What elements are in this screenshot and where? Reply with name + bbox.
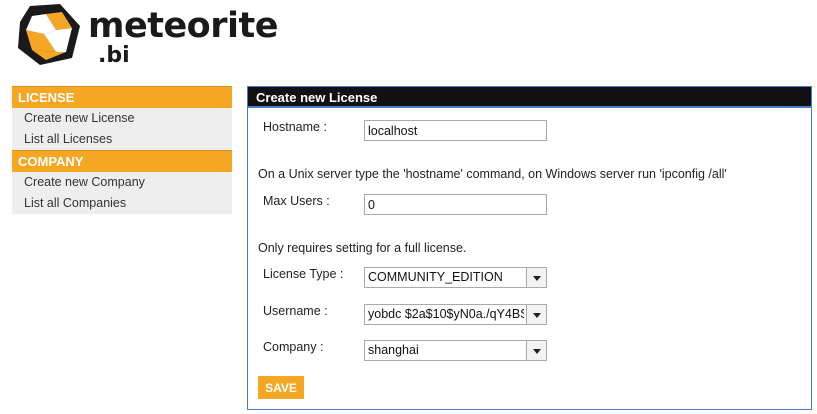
panel-title: Create new License — [248, 87, 811, 108]
chevron-down-icon — [533, 349, 541, 354]
license-type-label: License Type : — [263, 267, 344, 281]
sidebar-item-create-license[interactable]: Create new License — [12, 108, 232, 129]
company-select[interactable]: shanghai — [364, 340, 547, 361]
max-users-label: Max Users : — [263, 194, 330, 208]
username-label: Username : — [263, 304, 328, 318]
save-button[interactable]: SAVE — [258, 376, 304, 399]
hostname-label: Hostname : — [263, 120, 327, 134]
brand-subname: .bi — [98, 43, 130, 68]
license-type-dropdown-button[interactable] — [526, 268, 546, 287]
brand-logo: meteorite .bi — [16, 4, 278, 68]
sidebar-section-license: LICENSE — [12, 86, 232, 108]
company-dropdown-button[interactable] — [526, 341, 546, 360]
sidebar-item-list-licenses[interactable]: List all Licenses — [12, 129, 232, 150]
max-users-input[interactable] — [364, 194, 547, 215]
create-license-panel: Create new License Hostname : On a Unix … — [247, 86, 812, 410]
sidebar-item-list-companies[interactable]: List all Companies — [12, 193, 232, 214]
username-value: yobdc $2a$10$yN0a./qY4BS — [368, 307, 524, 321]
license-type-select[interactable]: COMMUNITY_EDITION — [364, 267, 547, 288]
sidebar: LICENSE Create new License List all Lice… — [12, 86, 232, 214]
sidebar-item-create-company[interactable]: Create new Company — [12, 172, 232, 193]
username-dropdown-button[interactable] — [526, 305, 546, 324]
sidebar-section-company: COMPANY — [12, 150, 232, 172]
chevron-down-icon — [533, 313, 541, 318]
max-users-hint: Only requires setting for a full license… — [258, 241, 467, 255]
hostname-hint: On a Unix server type the 'hostname' com… — [258, 167, 727, 181]
hostname-input[interactable] — [364, 120, 547, 141]
company-label: Company : — [263, 340, 324, 354]
username-select[interactable]: yobdc $2a$10$yN0a./qY4BS — [364, 304, 547, 325]
license-type-value: COMMUNITY_EDITION — [368, 270, 503, 284]
chevron-down-icon — [533, 276, 541, 281]
brand-name: meteorite — [88, 6, 278, 46]
company-value: shanghai — [368, 343, 419, 357]
meteorite-logo-icon — [18, 4, 80, 65]
